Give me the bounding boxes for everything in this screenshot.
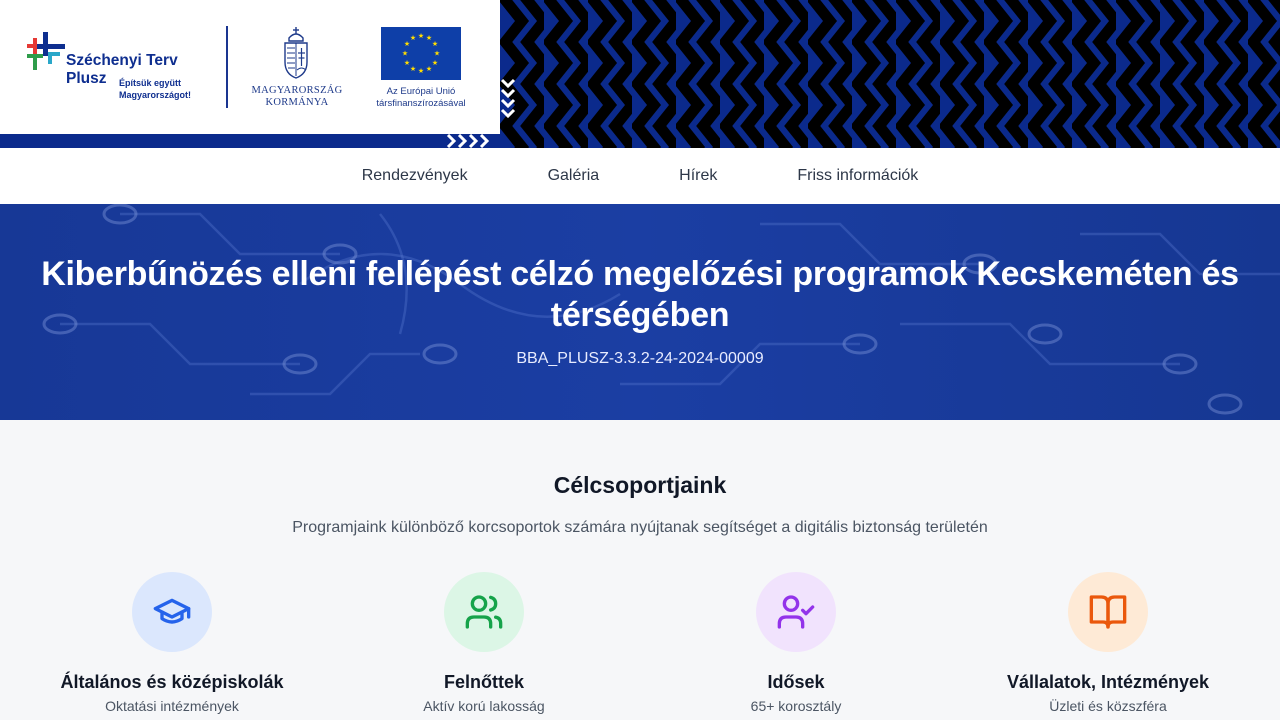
eu-flag-icon: ★ ★ ★ ★ ★ ★ ★ ★ ★ ★ ★ ★ xyxy=(381,27,461,80)
svg-text:★: ★ xyxy=(402,50,408,58)
card-subtitle: 65+ korosztály xyxy=(750,698,842,714)
program-name-line1: Széchenyi Terv xyxy=(66,52,178,69)
icon-circle xyxy=(132,572,212,652)
main-nav: Rendezvények Galéria Hírek Friss informá… xyxy=(0,148,1280,204)
chevron-pattern-background xyxy=(500,0,1280,148)
logo-area: Széchenyi Terv Plusz Építsük együtt Magy… xyxy=(0,0,500,134)
nav-item-galeria[interactable]: Galéria xyxy=(548,167,600,185)
nav-item-friss-informaciok[interactable]: Friss információk xyxy=(797,167,918,185)
target-group-card-seniors: Idősek 65+ korosztály xyxy=(640,572,952,714)
svg-text:★: ★ xyxy=(410,34,416,42)
szechenyi-plus-logo-icon[interactable] xyxy=(24,30,68,74)
hungarian-coat-of-arms-icon xyxy=(284,27,308,79)
graduation-cap-icon xyxy=(153,598,191,624)
user-check-icon xyxy=(777,595,815,629)
icon-circle xyxy=(1068,572,1148,652)
card-subtitle: Oktatási intézmények xyxy=(105,698,239,714)
users-icon xyxy=(465,595,503,629)
svg-text:★: ★ xyxy=(426,65,432,73)
white-down-chevrons-decoration xyxy=(500,78,516,119)
government-text: MAGYARORSZÁG KORMÁNYA xyxy=(251,85,343,108)
card-subtitle: Aktív korú lakosság xyxy=(423,698,545,714)
card-title: Általános és középiskolák xyxy=(60,672,284,692)
book-open-icon xyxy=(1089,595,1127,629)
white-chevrons-decoration xyxy=(446,134,490,148)
target-groups-subtitle: Programjaink különböző korcsoportok szám… xyxy=(292,519,988,536)
target-group-card-companies: Vállalatok, Intézmények Üzleti és közszf… xyxy=(952,572,1264,714)
program-name-line2: Plusz xyxy=(66,70,107,87)
program-tagline: Építsük együtt Magyarországot! xyxy=(119,78,192,100)
icon-circle xyxy=(756,572,836,652)
nav-item-rendezvenyek[interactable]: Rendezvények xyxy=(362,167,468,185)
header-banner: Széchenyi Terv Plusz Építsük együtt Magy… xyxy=(0,0,1280,148)
card-title: Felnőttek xyxy=(443,672,524,692)
logo-divider xyxy=(226,26,228,108)
svg-text:★: ★ xyxy=(418,32,424,40)
svg-text:★: ★ xyxy=(432,40,438,48)
card-title: Idősek xyxy=(767,672,825,692)
card-title: Vállalatok, Intézmények xyxy=(1006,672,1210,692)
eu-cofinancing-text: Az Európai Unió társfinanszírozásával xyxy=(376,86,466,109)
target-group-card-schools: Általános és középiskolák Oktatási intéz… xyxy=(16,572,328,714)
project-code: BBA_PLUSZ-3.3.2-24-2024-00009 xyxy=(516,350,764,367)
card-subtitle: Üzleti és közszféra xyxy=(1049,698,1167,714)
logo-bottom-bar xyxy=(0,134,500,148)
target-groups-title: Célcsoportjaink xyxy=(553,472,727,498)
svg-text:★: ★ xyxy=(432,59,438,67)
hero-section: Kiberbűnözés elleni fellépést célzó mege… xyxy=(0,204,1280,420)
svg-text:★: ★ xyxy=(410,65,416,73)
nav-item-hirek[interactable]: Hírek xyxy=(679,167,717,185)
svg-text:★: ★ xyxy=(434,50,440,58)
icon-circle xyxy=(444,572,524,652)
svg-text:★: ★ xyxy=(418,67,424,75)
page-title: Kiberbűnözés elleni fellépést célzó mege… xyxy=(41,255,1239,334)
svg-text:★: ★ xyxy=(404,59,410,67)
target-group-card-adults: Felnőttek Aktív korú lakosság xyxy=(328,572,640,714)
